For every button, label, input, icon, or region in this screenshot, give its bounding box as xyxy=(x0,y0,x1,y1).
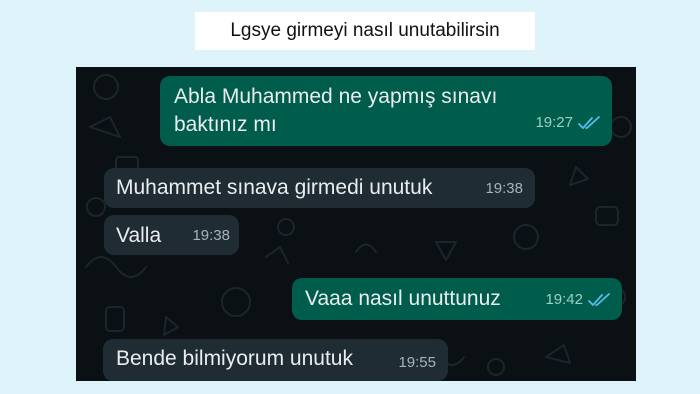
message-text: Bende bilmiyorum unutuk xyxy=(116,347,353,370)
message-time: 19:55 xyxy=(398,354,436,371)
message-text: Vaaa nasıl unuttunuz xyxy=(305,287,501,310)
message-text: Muhammet sınava girmedi unutuk xyxy=(116,176,433,199)
message-bubble-incoming[interactable]: Bende bilmiyorum unutuk 19:55 xyxy=(103,339,448,381)
double-check-icon xyxy=(578,116,600,129)
message-time: 19:27 xyxy=(535,114,573,131)
message-time: 19:38 xyxy=(192,227,230,244)
message-bubble-incoming[interactable]: Muhammet sınava girmedi unutuk 19:38 xyxy=(104,168,535,208)
message-bubble-outgoing[interactable]: Abla Muhammed ne yapmış sınavı baktınız … xyxy=(160,76,612,146)
double-check-icon xyxy=(588,293,610,306)
message-time: 19:38 xyxy=(485,180,523,197)
message-text: Abla Muhammed ne yapmış sınavı xyxy=(174,85,498,108)
message-bubble-outgoing[interactable]: Vaaa nasıl unuttunuz 19:42 xyxy=(292,278,622,320)
message-bubble-incoming[interactable]: Valla 19:38 xyxy=(104,215,239,255)
message-meta: 19:27 xyxy=(535,109,600,137)
message-text: baktınız mı xyxy=(174,113,277,136)
message-meta: 19:38 xyxy=(485,175,523,203)
message-meta: 19:55 xyxy=(398,349,436,377)
message-text: Valla xyxy=(116,224,162,247)
caption-title: Lgsye girmeyi nasıl unutabilirsin xyxy=(195,12,535,50)
message-meta: 19:38 xyxy=(192,222,230,250)
message-time: 19:42 xyxy=(545,291,583,308)
chat-conversation: Abla Muhammed ne yapmış sınavı baktınız … xyxy=(76,67,636,381)
message-meta: 19:42 xyxy=(545,286,610,314)
